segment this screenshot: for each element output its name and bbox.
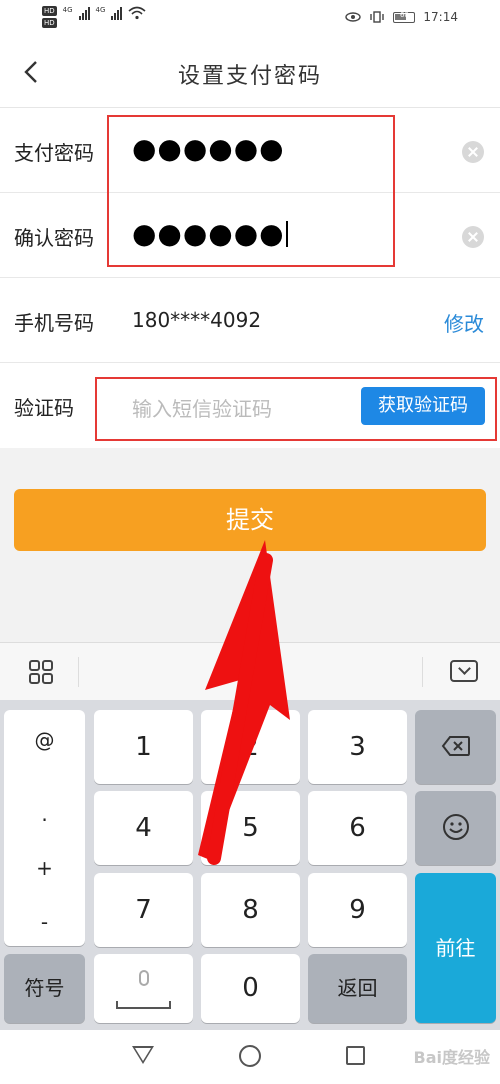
space-voice-key[interactable] xyxy=(94,954,193,1023)
symbol-key-at[interactable]: @ xyxy=(4,728,85,752)
network-label: 4G xyxy=(62,6,73,14)
symbol-key-dot[interactable]: . xyxy=(4,802,85,826)
eye-icon xyxy=(345,12,362,22)
symbols-key[interactable]: 符号 xyxy=(4,954,85,1023)
symbol-key-minus[interactable]: - xyxy=(4,910,85,934)
toolbar-divider xyxy=(422,657,423,687)
smiley-icon xyxy=(442,814,469,840)
key-2[interactable]: 2 xyxy=(201,710,300,784)
phone-label: 手机号码 xyxy=(14,311,94,335)
confirm-password-input[interactable]: ●●●●●● xyxy=(132,217,285,250)
key-0[interactable]: 0 xyxy=(201,954,300,1023)
hd-icon: HD xyxy=(42,18,57,28)
keyboard-collapse-icon[interactable] xyxy=(450,660,478,682)
microphone-icon xyxy=(138,970,149,986)
sms-code-input[interactable]: 输入短信验证码 xyxy=(132,393,272,422)
hd-icons: HD HD xyxy=(42,6,57,28)
clock: 17:14 xyxy=(423,10,458,24)
nav-recent-apps-icon[interactable] xyxy=(346,1046,365,1065)
status-right: 60 17:14 xyxy=(345,10,458,24)
nav-back-icon[interactable] xyxy=(132,1046,154,1064)
sms-code-label: 验证码 xyxy=(14,396,74,420)
key-6[interactable]: 6 xyxy=(308,791,407,865)
nav-home-icon[interactable] xyxy=(239,1045,261,1067)
key-5[interactable]: 5 xyxy=(201,791,300,865)
clear-icon[interactable] xyxy=(462,226,484,248)
pay-password-label: 支付密码 xyxy=(14,141,94,165)
get-code-button[interactable]: 获取验证码 xyxy=(361,387,485,425)
pay-password-row: 支付密码 ●●●●●● xyxy=(0,108,500,193)
payment-password-form: 支付密码 ●●●●●● 确认密码 ●●●●●● 手机号码 180****4092… xyxy=(0,108,500,448)
wifi-icon xyxy=(128,6,146,20)
space-bar-icon xyxy=(116,1001,171,1009)
status-left: HD HD 4G 4G xyxy=(42,6,146,28)
text-cursor xyxy=(285,220,288,247)
emoji-key[interactable] xyxy=(415,791,496,865)
watermark: Bai度经验 xyxy=(413,1048,490,1067)
system-nav-bar: Bai度经验 xyxy=(0,1030,500,1084)
status-bar: HD HD 4G 4G 60 17:14 xyxy=(0,0,500,38)
numeric-keyboard: @ . + - 1 2 3 4 5 6 7 8 9 前往 符号 0 返回 xyxy=(0,700,500,1030)
confirm-password-field[interactable]: ●●●●●● xyxy=(132,217,288,250)
symbol-column[interactable]: @ . + - xyxy=(4,710,85,946)
pay-password-input[interactable]: ●●●●●● xyxy=(132,132,285,165)
symbol-key-plus[interactable]: + xyxy=(4,856,85,880)
key-9[interactable]: 9 xyxy=(308,873,407,947)
vibrate-icon xyxy=(370,11,385,23)
battery-level: 60 xyxy=(399,10,409,19)
key-4[interactable]: 4 xyxy=(94,791,193,865)
keyboard-toolbar xyxy=(0,642,500,700)
signal-icon xyxy=(78,6,90,20)
header: 设置支付密码 xyxy=(0,38,500,108)
grid-icon[interactable] xyxy=(28,659,54,685)
key-1[interactable]: 1 xyxy=(94,710,193,784)
phone-number: 180****4092 xyxy=(132,308,262,332)
clear-icon[interactable] xyxy=(462,141,484,163)
submit-button[interactable]: 提交 xyxy=(14,489,486,551)
signal-icon xyxy=(111,6,123,20)
page-title: 设置支付密码 xyxy=(177,64,322,89)
modify-phone-link[interactable]: 修改 xyxy=(444,308,484,337)
key-8[interactable]: 8 xyxy=(201,873,300,947)
hd-icon: HD xyxy=(42,6,57,16)
confirm-password-label: 确认密码 xyxy=(14,226,94,250)
backspace-icon xyxy=(441,736,470,756)
phone-row: 手机号码 180****4092 修改 xyxy=(0,278,500,363)
backspace-key[interactable] xyxy=(415,710,496,784)
return-key[interactable]: 返回 xyxy=(308,954,407,1023)
toolbar-divider xyxy=(78,657,79,687)
go-key[interactable]: 前往 xyxy=(415,873,496,1023)
confirm-password-row: 确认密码 ●●●●●● xyxy=(0,193,500,278)
battery-icon: 60 xyxy=(393,10,416,23)
key-7[interactable]: 7 xyxy=(94,873,193,947)
network-label: 4G xyxy=(95,6,106,14)
key-3[interactable]: 3 xyxy=(308,710,407,784)
